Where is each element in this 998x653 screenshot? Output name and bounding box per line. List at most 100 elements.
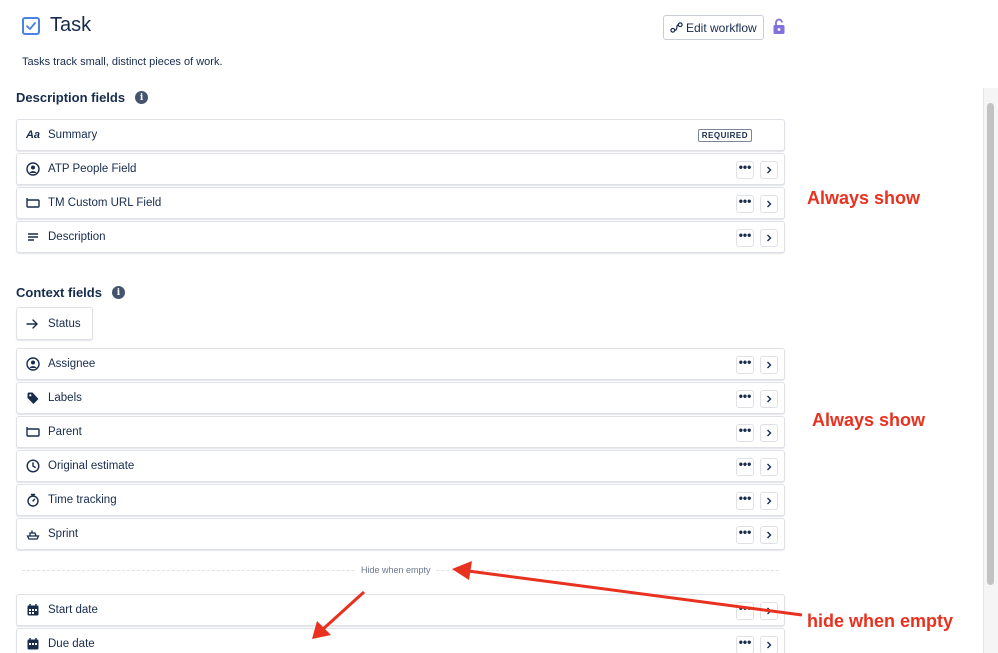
- expand-button[interactable]: [760, 424, 778, 442]
- expand-button[interactable]: [760, 492, 778, 510]
- expand-button[interactable]: [760, 636, 778, 653]
- required-badge: REQUIRED: [697, 129, 752, 142]
- context-fields-title: Context fields: [16, 285, 102, 300]
- context-fields-heading: Context fields i: [16, 285, 125, 300]
- expand-button[interactable]: [760, 526, 778, 544]
- annotation-arrows: [312, 561, 803, 639]
- field-original-estimate[interactable]: Original estimate •••: [16, 450, 785, 482]
- field-label: ATP People Field: [48, 163, 137, 175]
- field-assignee[interactable]: Assignee •••: [16, 348, 785, 380]
- chevron-right-icon: [767, 361, 772, 369]
- more-options-button[interactable]: •••: [736, 492, 754, 510]
- field-atp-people[interactable]: ATP People Field •••: [16, 153, 785, 185]
- more-options-button[interactable]: •••: [736, 356, 754, 374]
- field-labels[interactable]: Labels •••: [16, 382, 785, 414]
- more-glyph: •••: [738, 525, 752, 539]
- workflow-icon: [670, 22, 683, 33]
- field-label: Assignee: [48, 358, 96, 370]
- issue-type-description: Tasks track small, distinct pieces of wo…: [22, 56, 223, 68]
- person-icon: [25, 356, 41, 372]
- more-options-button[interactable]: •••: [736, 602, 754, 620]
- field-parent[interactable]: Parent •••: [16, 416, 785, 448]
- field-summary[interactable]: Aa Summary REQUIRED: [16, 119, 785, 151]
- field-label: Original estimate: [48, 460, 135, 472]
- more-options-button[interactable]: •••: [736, 390, 754, 408]
- chevron-right-icon: [767, 641, 772, 649]
- field-due-date[interactable]: Due date •••: [16, 628, 785, 653]
- hide-when-empty-label: Hide when empty: [356, 565, 436, 575]
- page-title: Task: [50, 14, 92, 36]
- task-type-icon: [22, 16, 40, 35]
- calendar-icon: [25, 602, 41, 618]
- chevron-right-icon: [767, 463, 772, 471]
- more-glyph: •••: [738, 355, 752, 369]
- field-time-tracking[interactable]: Time tracking •••: [16, 484, 785, 516]
- expand-button[interactable]: [760, 356, 778, 374]
- chevron-right-icon: [767, 234, 772, 242]
- page-header: Task: [22, 14, 91, 37]
- more-glyph: •••: [738, 635, 752, 649]
- text-aa-icon: Aa: [25, 129, 41, 141]
- expand-button[interactable]: [760, 229, 778, 247]
- field-icon: [25, 424, 41, 440]
- more-options-button[interactable]: •••: [736, 161, 754, 179]
- more-options-button[interactable]: •••: [736, 636, 754, 653]
- more-options-button[interactable]: •••: [736, 526, 754, 544]
- annotation-hide-when-empty: hide when empty: [807, 611, 954, 631]
- field-icon: [25, 195, 41, 211]
- expand-button[interactable]: [760, 602, 778, 620]
- chevron-right-icon: [767, 166, 772, 174]
- more-glyph: •••: [738, 194, 752, 208]
- annotation-always-show: Always show: [812, 410, 926, 430]
- field-tm-custom-url[interactable]: TM Custom URL Field •••: [16, 187, 785, 219]
- annotation-always-show: Always show: [807, 188, 921, 208]
- info-icon[interactable]: i: [111, 286, 125, 299]
- chevron-right-icon: [767, 429, 772, 437]
- more-glyph: •••: [738, 389, 752, 403]
- scrollbar-thumb[interactable]: [987, 103, 994, 585]
- expand-button[interactable]: [760, 161, 778, 179]
- field-label: Parent: [48, 426, 82, 438]
- more-glyph: •••: [738, 423, 752, 437]
- field-label: Sprint: [48, 528, 79, 540]
- lines-icon: [25, 229, 41, 245]
- chevron-right-icon: [767, 395, 772, 403]
- expand-button[interactable]: [760, 195, 778, 213]
- sprint-icon: [25, 526, 41, 542]
- edit-workflow-label: Edit workflow: [686, 20, 757, 35]
- info-icon[interactable]: i: [135, 91, 149, 104]
- arrow-right-icon: [26, 318, 38, 329]
- tag-icon: [25, 390, 41, 406]
- stopwatch-icon: [25, 492, 41, 508]
- edit-workflow-button[interactable]: Edit workflow: [663, 15, 764, 40]
- more-options-button[interactable]: •••: [736, 458, 754, 476]
- more-options-button[interactable]: •••: [736, 424, 754, 442]
- more-glyph: •••: [738, 160, 752, 174]
- field-start-date[interactable]: Start date •••: [16, 594, 785, 626]
- more-glyph: •••: [738, 601, 752, 615]
- chevron-right-icon: [767, 200, 772, 208]
- field-label: TM Custom URL Field: [48, 197, 162, 209]
- field-label: Summary: [48, 129, 98, 141]
- field-status[interactable]: Status: [16, 307, 93, 340]
- more-options-button[interactable]: •••: [736, 195, 754, 213]
- chevron-right-icon: [767, 531, 772, 539]
- unlock-icon[interactable]: [772, 18, 786, 35]
- person-icon: [25, 161, 41, 177]
- field-sprint[interactable]: Sprint •••: [16, 518, 785, 550]
- field-label: Labels: [48, 392, 82, 404]
- expand-button[interactable]: [760, 458, 778, 476]
- more-glyph: •••: [738, 491, 752, 505]
- more-options-button[interactable]: •••: [736, 229, 754, 247]
- field-label: Due date: [48, 638, 95, 650]
- chevron-right-icon: [767, 497, 772, 505]
- description-fields-title: Description fields: [16, 90, 126, 105]
- more-glyph: •••: [738, 457, 752, 471]
- description-fields-heading: Description fields i: [16, 90, 149, 105]
- expand-button[interactable]: [760, 390, 778, 408]
- clock-icon: [25, 458, 41, 474]
- calendar-icon: [25, 636, 41, 652]
- field-label: Start date: [48, 604, 98, 616]
- more-glyph: •••: [738, 228, 752, 242]
- field-description[interactable]: Description •••: [16, 221, 785, 253]
